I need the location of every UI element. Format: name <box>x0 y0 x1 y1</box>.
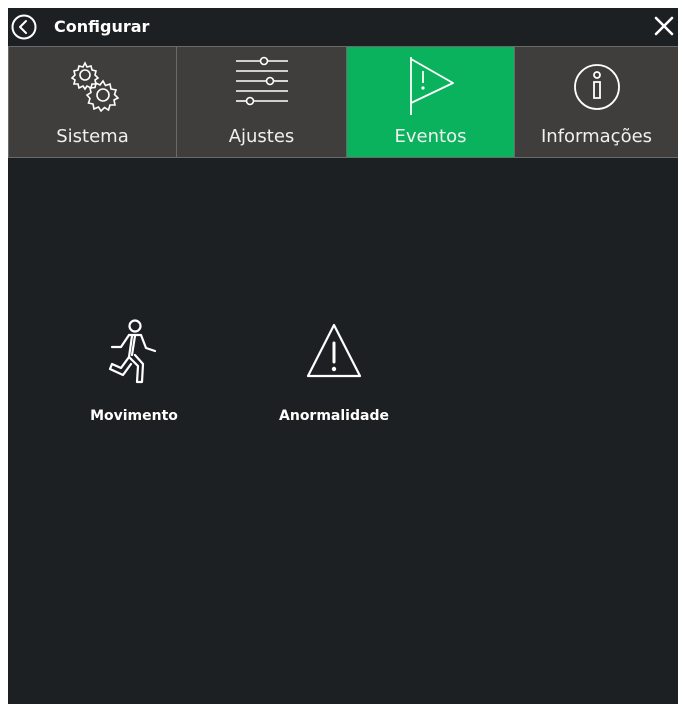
tab-label: Ajustes <box>228 126 295 147</box>
warning-triangle-icon <box>306 323 362 378</box>
event-label: Anormalidade <box>279 408 389 424</box>
event-anormalidade[interactable]: Anormalidade <box>269 318 399 428</box>
tab-label: Eventos <box>394 126 467 147</box>
tab-ajustes[interactable]: Ajustes <box>176 47 346 157</box>
tab-eventos[interactable]: Eventos <box>346 47 514 157</box>
running-person-icon <box>108 319 157 384</box>
flag-alert-icon <box>409 57 454 115</box>
event-movimento[interactable]: Movimento <box>69 318 199 428</box>
tab-sistema[interactable]: Sistema <box>8 47 176 157</box>
tab-informacoes[interactable]: Informações <box>514 47 678 157</box>
window-title: Configurar <box>54 17 150 36</box>
config-window: Configurar Sistema Ajustes Eventos Infor… <box>8 8 678 704</box>
close-icon <box>654 16 674 36</box>
close-button[interactable] <box>652 14 676 38</box>
event-label: Movimento <box>90 408 178 424</box>
tab-bar: Sistema Ajustes Eventos Informações <box>8 46 678 158</box>
back-button[interactable] <box>11 14 37 40</box>
info-icon <box>573 64 620 110</box>
gears-icon <box>70 61 119 113</box>
tab-label: Sistema <box>56 126 129 147</box>
tab-label: Informações <box>540 126 653 147</box>
sliders-icon <box>235 56 288 106</box>
title-bar: Configurar <box>8 8 678 46</box>
chevron-left-circle-icon <box>11 14 37 40</box>
